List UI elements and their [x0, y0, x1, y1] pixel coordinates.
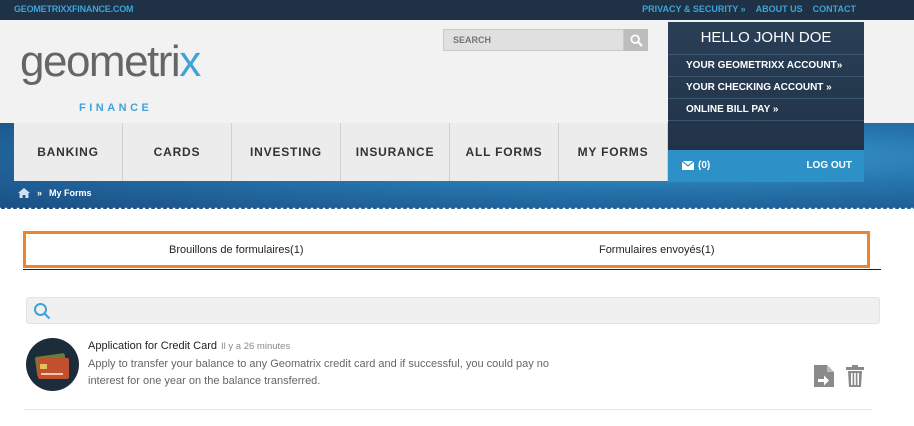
- breadcrumb-current[interactable]: My Forms: [49, 188, 92, 198]
- delete-button[interactable]: [846, 365, 864, 392]
- breadcrumb-separator: »: [37, 188, 43, 198]
- search-button[interactable]: [624, 29, 648, 51]
- tab-drafts[interactable]: Brouillons de formulaires(1): [26, 234, 447, 265]
- logo-word-end: x: [179, 37, 201, 86]
- top-bar: GEOMETRIXXFINANCE.COM PRIVACY & SECURITY…: [0, 0, 914, 20]
- nav-tab-investing[interactable]: INVESTING: [232, 123, 341, 181]
- mail-button[interactable]: (0): [682, 160, 710, 171]
- filter-bar[interactable]: [26, 297, 880, 324]
- nav-tab-my-forms[interactable]: MY FORMS: [559, 123, 668, 181]
- nav-tab-cards[interactable]: CARDS: [123, 123, 232, 181]
- site-link[interactable]: GEOMETRIXXFINANCE.COM: [14, 4, 134, 14]
- logo-word-start: geometri: [20, 37, 181, 86]
- open-form-icon: [814, 365, 834, 387]
- nav-tab-insurance[interactable]: INSURANCE: [341, 123, 450, 181]
- credit-card-icon: [35, 353, 69, 379]
- search-icon: [629, 33, 643, 47]
- nav-tab-all-forms[interactable]: ALL FORMS: [450, 123, 559, 181]
- home-icon[interactable]: [18, 188, 30, 198]
- search-box: [443, 29, 648, 51]
- account-footer: (0) LOG OUT: [668, 150, 864, 182]
- tabs-divider: [23, 269, 881, 270]
- checking-account-link[interactable]: YOUR CHECKING ACCOUNT »: [668, 77, 864, 99]
- logo-subtitle: FINANCE: [79, 102, 153, 114]
- about-us-link[interactable]: ABOUT US: [756, 4, 803, 14]
- form-thumbnail: [26, 338, 79, 391]
- logo-wordmark: geometrix: [20, 37, 201, 86]
- mail-icon: [682, 161, 694, 170]
- privacy-security-link[interactable]: PRIVACY & SECURITY »: [642, 4, 746, 14]
- main-nav: BANKING CARDS INVESTING INSURANCE ALL FO…: [14, 123, 668, 181]
- list-item[interactable]: Application for Credit Card Il y a 26 min…: [24, 330, 872, 410]
- trash-icon: [846, 365, 864, 387]
- item-title[interactable]: Application for Credit Card: [88, 340, 217, 352]
- account-panel: HELLO JOHN DOE YOUR GEOMETRIXX ACCOUNT» …: [668, 22, 864, 182]
- item-description: Apply to transfer your balance to any Ge…: [88, 358, 550, 387]
- mail-count: (0): [698, 160, 711, 171]
- account-greeting: HELLO JOHN DOE: [668, 29, 864, 55]
- breadcrumb: » My Forms: [18, 188, 92, 198]
- open-form-button[interactable]: [814, 365, 834, 392]
- online-bill-pay-link[interactable]: ONLINE BILL PAY »: [668, 99, 864, 121]
- logo[interactable]: geometrix FINANCE: [20, 37, 201, 115]
- contact-link[interactable]: CONTACT: [813, 4, 856, 14]
- item-time: Il y a 26 minutes: [221, 341, 291, 352]
- search-input[interactable]: [443, 29, 624, 51]
- geometrixx-account-link[interactable]: YOUR GEOMETRIXX ACCOUNT»: [668, 55, 864, 77]
- nav-tab-banking[interactable]: BANKING: [14, 123, 123, 181]
- logout-button[interactable]: LOG OUT: [806, 160, 852, 171]
- form-tabs: Brouillons de formulaires(1) Formulaires…: [23, 231, 870, 268]
- search-icon[interactable]: [33, 302, 51, 320]
- tab-submitted[interactable]: Formulaires envoyés(1): [447, 234, 868, 265]
- item-heading: Application for Credit Card Il y a 26 min…: [88, 340, 290, 352]
- band-edge: [0, 204, 914, 210]
- top-links: PRIVACY & SECURITY » ABOUT US CONTACT: [642, 4, 856, 14]
